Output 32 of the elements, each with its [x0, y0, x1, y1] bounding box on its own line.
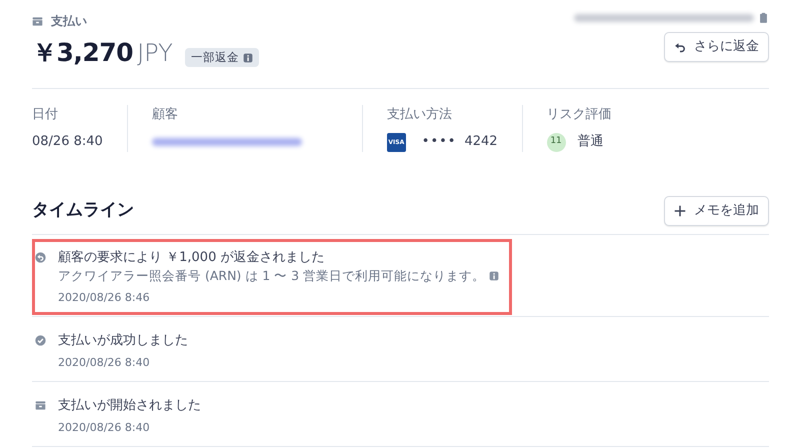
section-label: 支払い — [51, 13, 87, 30]
field-label: リスク評価 — [546, 106, 612, 124]
wallet-icon — [35, 400, 46, 412]
refund-icon — [35, 252, 46, 262]
add-note-button[interactable]: メモを追加 — [664, 196, 769, 226]
info-icon — [489, 271, 500, 282]
risk-score-badge: 11 — [546, 132, 566, 152]
currency-code: JPY — [137, 38, 173, 69]
card-last-digits: 4242 — [464, 133, 498, 152]
plus-icon — [674, 204, 686, 217]
risk-level: 普通 — [578, 132, 604, 152]
event-title: 支払いが成功しました — [58, 332, 188, 350]
field-label: 顧客 — [152, 106, 179, 124]
card-number-dots: •••• — [422, 133, 456, 152]
status-badge: 一部返金 — [184, 48, 259, 68]
clipboard-icon — [758, 12, 769, 24]
refund-button[interactable]: さらに返金 — [664, 32, 769, 62]
undo-arrow-icon — [674, 40, 686, 53]
date-value: 08/26 8:40 — [32, 133, 103, 152]
check-circle-icon — [35, 335, 46, 346]
event-time: 2020/08/26 8:40 — [58, 354, 151, 371]
timeline-title: タイムライン — [32, 199, 134, 222]
event-time: 2020/08/26 8:46 — [58, 290, 151, 306]
event-title: 顧客の要求により ￥1,000 が返金されました — [58, 248, 326, 266]
event-title: 支払いが開始されました — [58, 397, 201, 416]
payment-amount: ￥3,270 — [32, 37, 134, 69]
wallet-icon — [32, 16, 43, 26]
event-note: アクワイアラー照会番号 (ARN) は 1 〜 3 営業日で利用可能になります。 — [58, 267, 486, 285]
field-label: 支払い方法 — [386, 106, 453, 124]
event-time: 2020/08/26 8:40 — [58, 420, 151, 436]
info-icon — [242, 52, 253, 63]
field-label: 日付 — [32, 106, 59, 124]
